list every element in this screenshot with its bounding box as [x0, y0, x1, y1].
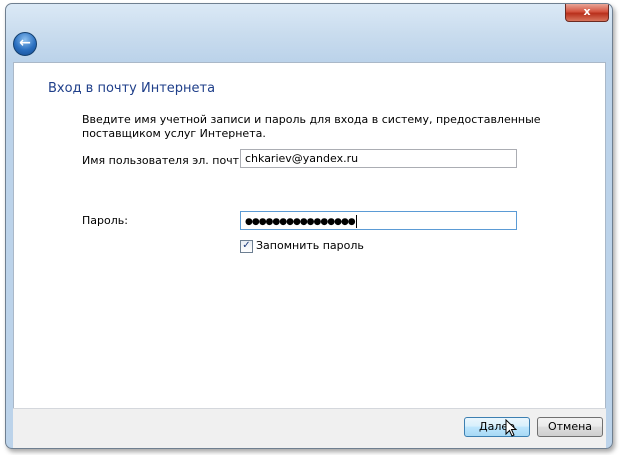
password-value: ●●●●●●●●●●●●●●●●	[245, 217, 356, 227]
close-icon: x	[583, 5, 591, 18]
wizard-window: x ← Вход в почту Интернета Введите имя у…	[5, 3, 613, 449]
password-label: Пароль:	[82, 214, 128, 227]
next-button[interactable]: Далее	[464, 417, 530, 437]
password-field[interactable]: ●●●●●●●●●●●●●●●●	[240, 211, 517, 230]
page-title: Вход в почту Интернета	[48, 81, 216, 96]
username-label: Имя пользователя эл. почты:	[82, 154, 252, 167]
close-button[interactable]: x	[565, 4, 609, 22]
content-panel: Вход в почту Интернета Введите имя учетн…	[13, 62, 606, 409]
checkmark-icon: ✓	[242, 240, 251, 251]
remember-password-checkbox[interactable]: ✓	[240, 240, 253, 253]
remember-password-label[interactable]: Запомнить пароль	[256, 239, 364, 252]
back-arrow-icon: ←	[19, 35, 31, 51]
back-button[interactable]: ←	[13, 32, 37, 56]
cancel-button[interactable]: Отмена	[537, 417, 603, 437]
username-field[interactable]: chkariev@yandex.ru	[240, 149, 517, 168]
username-value: chkariev@yandex.ru	[245, 152, 359, 165]
text-caret	[355, 214, 357, 228]
description-text: Введите имя учетной записи и пароль для …	[82, 113, 541, 140]
mouse-pointer-icon	[505, 419, 518, 437]
